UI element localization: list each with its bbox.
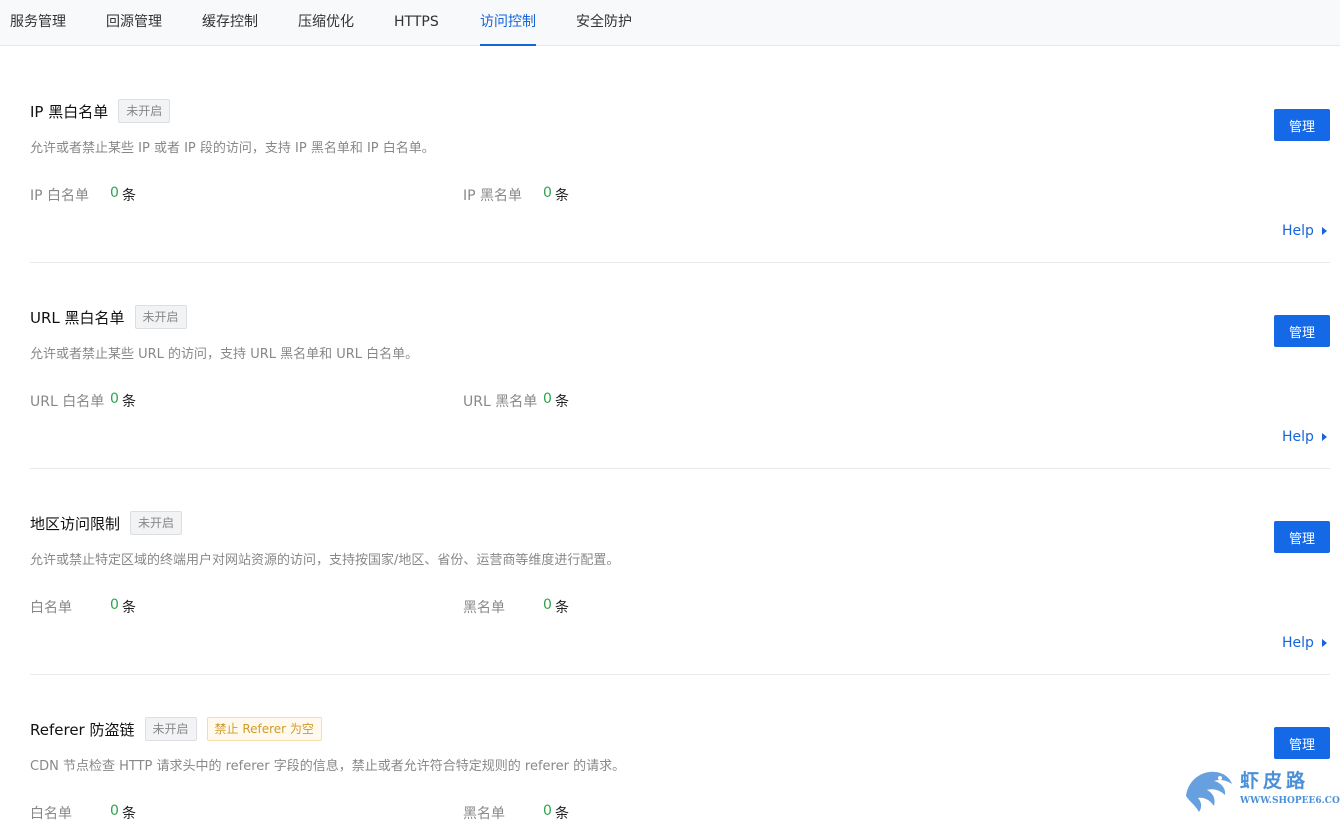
section-description: CDN 节点检查 HTTP 请求头中的 referer 字段的信息，禁止或者允许…: [30, 759, 626, 774]
section-referer-hotlink-protection: Referer 防盗链 未开启 禁止 Referer 为空 CDN 节点检查 H…: [30, 675, 1330, 830]
section-description: 允许或者禁止某些 IP 或者 IP 段的访问，支持 IP 黑名单和 IP 白名单…: [30, 141, 435, 156]
stat-count: 0: [543, 391, 552, 407]
dragon-logo-icon: [1186, 771, 1232, 812]
status-badge: 未开启: [118, 99, 171, 123]
tab-cache-control[interactable]: 缓存控制: [202, 0, 258, 46]
help-label: Help: [1282, 223, 1314, 239]
manage-button[interactable]: 管理: [1274, 109, 1330, 141]
help-link[interactable]: Help: [1282, 635, 1327, 651]
status-badge: 未开启: [130, 511, 183, 535]
stat-label: URL 黑名单: [463, 394, 538, 410]
watermark-url: WWW.SHOPEE6.COM: [1240, 796, 1340, 806]
stat-unit: 条: [122, 600, 136, 616]
section-title: Referer 防盗链: [30, 720, 135, 739]
section-ip-blacklist-whitelist: IP 黑白名单 未开启 允许或者禁止某些 IP 或者 IP 段的访问，支持 IP…: [30, 57, 1330, 263]
tab-security[interactable]: 安全防护: [576, 0, 632, 46]
caret-right-icon: [1321, 639, 1327, 647]
section-region-restriction: 地区访问限制 未开启 允许或禁止特定区域的终端用户对网站资源的访问，支持按国家/…: [30, 469, 1330, 675]
help-link[interactable]: Help: [1282, 223, 1327, 239]
help-label: Help: [1282, 429, 1314, 445]
watermark-name: 虾皮路: [1240, 770, 1310, 792]
stat-count: 0: [543, 803, 552, 819]
manage-button[interactable]: 管理: [1274, 727, 1330, 759]
manage-button[interactable]: 管理: [1274, 521, 1330, 553]
help-link[interactable]: Help: [1282, 429, 1327, 445]
stat-unit: 条: [555, 806, 569, 822]
stat-unit: 条: [122, 188, 136, 204]
stat-unit: 条: [555, 188, 569, 204]
tab-access-control[interactable]: 访问控制: [480, 0, 536, 46]
tab-bar: 服务管理 回源管理 缓存控制 压缩优化 HTTPS 访问控制 安全防护: [0, 0, 1340, 46]
stat-unit: 条: [555, 600, 569, 616]
stat-count: 0: [543, 185, 552, 201]
tab-compression[interactable]: 压缩优化: [298, 0, 354, 46]
stat-label: IP 黑名单: [463, 188, 523, 204]
stat-unit: 条: [122, 806, 136, 822]
section-header: URL 黑白名单 未开启: [30, 305, 187, 329]
section-header: Referer 防盗链 未开启 禁止 Referer 为空: [30, 717, 322, 741]
section-title: URL 黑白名单: [30, 308, 125, 327]
stat-label: 黑名单: [463, 806, 505, 822]
help-label: Help: [1282, 635, 1314, 651]
section-description: 允许或禁止特定区域的终端用户对网站资源的访问，支持按国家/地区、省份、运营商等维…: [30, 553, 620, 568]
tab-https[interactable]: HTTPS: [394, 0, 439, 46]
section-header: 地区访问限制 未开启: [30, 511, 183, 535]
stat-count: 0: [110, 391, 119, 407]
section-description: 允许或者禁止某些 URL 的访问，支持 URL 黑名单和 URL 白名单。: [30, 347, 419, 362]
watermark-logo: 虾皮路 WWW.SHOPEE6.COM: [1180, 762, 1340, 822]
stat-label: 黑名单: [463, 600, 505, 616]
manage-button[interactable]: 管理: [1274, 315, 1330, 347]
stat-count: 0: [110, 185, 119, 201]
tab-service-management[interactable]: 服务管理: [10, 0, 66, 46]
stat-unit: 条: [122, 394, 136, 410]
stat-count: 0: [110, 597, 119, 613]
section-title: IP 黑白名单: [30, 102, 109, 121]
section-title: 地区访问限制: [30, 514, 121, 533]
stat-label: 白名单: [30, 806, 72, 822]
section-url-blacklist-whitelist: URL 黑白名单 未开启 允许或者禁止某些 URL 的访问，支持 URL 黑名单…: [30, 263, 1330, 469]
caret-right-icon: [1321, 227, 1327, 235]
caret-right-icon: [1321, 433, 1327, 441]
stat-label: URL 白名单: [30, 394, 105, 410]
section-header: IP 黑白名单 未开启: [30, 99, 171, 123]
stat-label: 白名单: [30, 600, 72, 616]
stat-count: 0: [110, 803, 119, 819]
status-badge: 未开启: [144, 717, 197, 741]
stat-count: 0: [543, 597, 552, 613]
status-badge: 未开启: [134, 305, 187, 329]
stat-unit: 条: [555, 394, 569, 410]
tab-origin-management[interactable]: 回源管理: [106, 0, 162, 46]
empty-referer-badge: 禁止 Referer 为空: [206, 717, 322, 741]
stat-label: IP 白名单: [30, 188, 90, 204]
